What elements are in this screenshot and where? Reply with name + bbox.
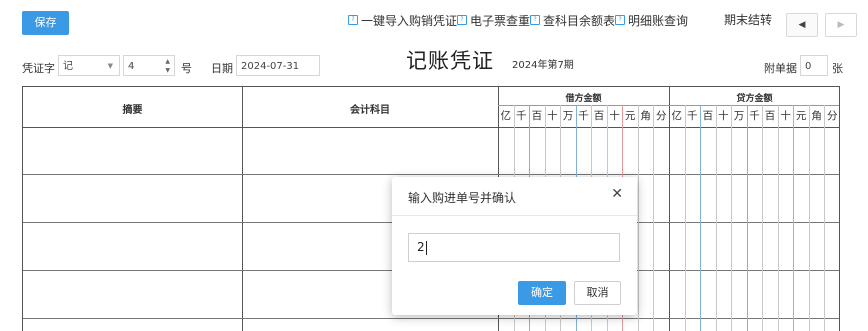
credit-digit-header: 元 [795,110,807,122]
voucher-word-label: 凭证字 [22,62,55,75]
credit-digit-header: 十 [718,110,729,122]
digit-separator [684,105,686,331]
digit-separator [824,105,826,331]
digit-separator [793,105,795,331]
voucher-period: 2024年第7期 [512,60,574,71]
digit-separator [653,105,655,331]
debit-digit-header: 亿 [500,110,512,122]
date-field[interactable]: 2024-07-31 [236,55,320,76]
debit-digit-header: 百 [531,110,543,122]
credit-digit-header: 千 [687,110,698,122]
date-label: 日期 [211,62,233,75]
column-header-debit: 借方金额 [565,94,602,104]
dialog-divider [392,215,637,216]
account-cell[interactable] [243,128,498,174]
triangle-left-icon: ◀ [798,20,806,30]
triangle-right-icon: ▶ [837,20,845,30]
link-e-invoice-check[interactable]: ? 电子票查重 [457,12,530,29]
attachments-count-input[interactable]: 0 [800,55,828,76]
attachments-label: 附单据 [764,62,797,75]
debit-digit-header: 千 [516,110,527,122]
confirm-button[interactable]: 确定 [518,281,566,305]
credit-digit-header: 百 [764,110,776,122]
debit-digit-header: 元 [624,110,636,122]
chevron-down-icon: ▼ [107,62,113,70]
cancel-button[interactable]: 取消 [574,281,621,305]
save-button[interactable]: 保存 [22,11,69,35]
link-account-balance[interactable]: ? 查科目余额表 [530,12,615,29]
link-icon: ? [348,15,358,25]
debit-digit-header: 十 [609,110,620,122]
debit-digit-header: 角 [640,110,651,122]
digit-separator [808,105,810,331]
summary-cell[interactable] [23,128,242,174]
digit-separator [746,105,748,331]
digit-separator [715,105,717,331]
purchase-order-dialog: 输入购进单号并确认 ✕ 2 确定 取消 [392,177,637,315]
digit-separator [700,105,702,331]
voucher-title: 记账凭证 [406,49,494,73]
prev-voucher-button[interactable]: ◀ [786,13,818,37]
attachments-unit: 张 [832,62,843,75]
stepper-arrows-icon[interactable]: ▲ ▼ [165,57,170,75]
link-icon: ? [457,15,468,25]
credit-digit-header: 角 [811,110,822,122]
digit-separator [731,105,733,331]
link-import-vouchers[interactable]: ? 一键导入购销凭证 [348,12,457,29]
column-header-credit: 贷方金额 [736,94,773,104]
next-voucher-button[interactable]: ▶ [825,13,857,37]
link-ledger-query[interactable]: ? 明细账查询 [615,12,688,29]
credit-digit-header: 亿 [671,110,683,122]
toolbar-links: ? 一键导入购销凭证 ? 电子票查重 ? 查科目余额表 ? 明细账查询 [348,11,688,29]
debit-digit-header: 千 [578,110,589,122]
debit-digit-header: 十 [547,110,558,122]
digit-separator [637,105,639,331]
credit-digit-header: 千 [749,110,760,122]
purchase-order-number-input[interactable]: 2 [408,233,620,262]
digit-separator [777,105,779,331]
dialog-title: 输入购进单号并确认 [408,191,517,205]
link-icon: ? [530,15,541,25]
voucher-word-select[interactable]: 记 ▼ [58,55,120,76]
link-icon: ? [615,15,626,25]
debit-digit-header: 万 [562,110,574,122]
debit-digit-header: 分 [655,110,667,122]
digit-separator [762,105,764,331]
credit-digit-header: 十 [780,110,791,122]
period-end-link[interactable]: 期末结转 [724,11,772,28]
column-header-summary: 摘要 [122,105,143,116]
debit-digit-header: 百 [593,110,605,122]
voucher-number-suffix: 号 [181,62,192,75]
credit-digit-header: 万 [733,110,745,122]
credit-digit-header: 百 [702,110,714,122]
column-header-account: 会计科目 [350,105,390,116]
credit-digit-header: 分 [826,110,838,122]
close-icon[interactable]: ✕ [611,186,623,202]
voucher-number-stepper[interactable]: 4 ▲ ▼ [123,55,175,76]
